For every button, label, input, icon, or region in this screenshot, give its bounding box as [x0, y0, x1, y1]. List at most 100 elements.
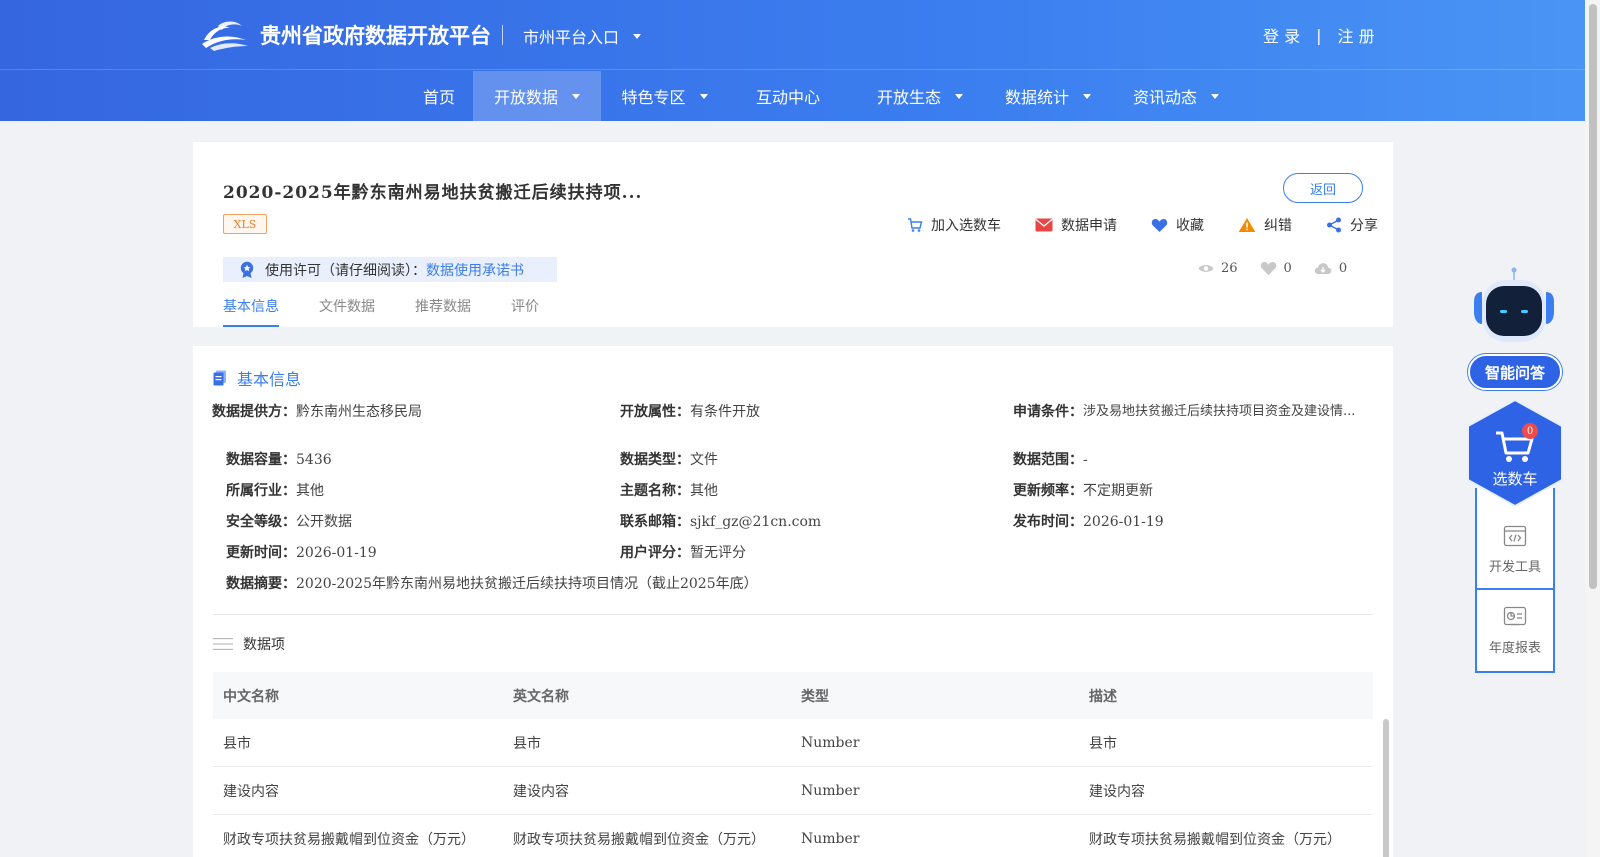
column-header-description: 描述 [1089, 688, 1117, 705]
cart-icon [908, 218, 923, 232]
nav-item-interaction[interactable]: 互动中心 [728, 71, 848, 121]
tab-recommended[interactable]: 推荐数据 [415, 296, 471, 327]
annual-report-label: 年度报表 [1488, 641, 1541, 656]
field-value: 公开数据 [296, 514, 352, 530]
cart-label[interactable]: 选数车 [1465, 468, 1565, 489]
table-cell: Number [801, 734, 860, 751]
section-divider [213, 614, 1373, 615]
page-scrollbar-thumb[interactable] [1589, 4, 1597, 589]
table-row: 建设内容 建设内容 Number 建设内容 [213, 767, 1373, 815]
column-header-cn-name: 中文名称 [223, 688, 279, 705]
side-tools-panel: 开发工具 年度报表 [1475, 488, 1555, 673]
dev-tools-label: 开发工具 [1488, 560, 1541, 575]
field-key: 主题名称： [620, 483, 690, 499]
data-items-heading-label: 数据项 [243, 637, 285, 653]
field-key: 发布时间： [1013, 514, 1083, 530]
field-key: 联系邮箱： [620, 514, 690, 530]
nav-item-open-data[interactable]: 开放数据 [473, 71, 601, 121]
basic-info-card: 基本信息 数据提供方：黔东南州生态移民局 开放属性：有条件开放 申请条件： 涉及… [193, 346, 1393, 857]
field-frequency: 更新频率：不定期更新 [1013, 480, 1153, 500]
basic-info-heading: 基本信息 [213, 366, 301, 390]
download-count-value: 0 [1338, 261, 1348, 276]
site-header: 贵州省政府数据开放平台 市州平台入口 登 录 | 注 册 首页 开放数据 特色专… [0, 0, 1600, 121]
eye-icon [1198, 265, 1214, 272]
robot-assistant-icon[interactable] [1468, 266, 1560, 346]
dataset-actions: 加入选数车 数据申请 收藏 纠错 分享 [873, 214, 1378, 236]
site-title[interactable]: 贵州省政府数据开放平台 [260, 20, 491, 50]
share-button[interactable]: 分享 [1326, 215, 1378, 235]
report-error-button[interactable]: 纠错 [1238, 215, 1292, 235]
field-key: 数据提供方： [212, 404, 296, 420]
action-label: 加入选数车 [931, 218, 1001, 234]
license-bar: 使用许可（请仔细阅读）： 数据使用承诺书 [223, 257, 557, 282]
field-value: 2026-01-19 [296, 545, 377, 561]
login-link[interactable]: 登 录 [1263, 23, 1300, 47]
field-key: 数据类型： [620, 452, 690, 468]
mail-icon [1035, 218, 1053, 232]
field-open-attr: 开放属性：有条件开放 [620, 401, 760, 421]
license-agreement-link[interactable]: 数据使用承诺书 [426, 260, 524, 280]
cart-widget-background[interactable] [1465, 398, 1565, 508]
back-button[interactable]: 返回 [1283, 173, 1363, 203]
nav-item-label: 资讯动态 [1132, 88, 1197, 107]
city-platform-dropdown[interactable]: 市州平台入口 [523, 24, 642, 48]
table-cell: 财政专项扶贫易搬戴帽到位资金（万元） [1089, 831, 1341, 848]
field-apply-cond: 申请条件： 涉及易地扶贫搬迁后续扶持项目资金及建设情... [1013, 401, 1363, 421]
format-badge: XLS [223, 214, 267, 234]
field-email: 联系邮箱：sjkf_gz@21cn.com [620, 511, 821, 531]
field-key: 申请条件： [1013, 404, 1083, 420]
register-link[interactable]: 注 册 [1337, 23, 1374, 47]
table-header: 中文名称 英文名称 类型 描述 [213, 672, 1373, 719]
field-provider: 数据提供方：黔东南州生态移民局 [212, 401, 422, 421]
chevron-down-icon [699, 93, 708, 99]
dataset-header-card: 2020-2025年黔东南州易地扶贫搬迁后续扶持项... XLS 返回 加入选数… [193, 142, 1393, 327]
add-to-cart-button[interactable]: 加入选数车 [907, 215, 1001, 235]
field-key: 数据摘要： [226, 576, 296, 592]
heart-icon [1151, 218, 1168, 232]
smart-qa-button[interactable]: 智能问答 [1468, 354, 1562, 390]
tab-basic-info[interactable]: 基本信息 [223, 296, 279, 327]
chevron-down-icon [1083, 93, 1091, 99]
platform-logo-icon[interactable] [200, 18, 250, 52]
field-value: 2026-01-19 [1083, 514, 1164, 530]
field-security: 安全等级：公开数据 [226, 511, 352, 531]
table-scrollbar[interactable] [1383, 719, 1389, 857]
data-items-table: 中文名称 英文名称 类型 描述 县市 县市 Number 县市 建设内容 建设内… [213, 672, 1389, 857]
field-key: 数据容量： [226, 452, 296, 468]
table-cell: 建设内容 [513, 783, 569, 800]
field-value[interactable]: 涉及易地扶贫搬迁后续扶持项目资金及建设情... [1083, 405, 1355, 418]
table-cell: Number [801, 782, 860, 799]
dev-tools-button[interactable]: 开发工具 [1477, 524, 1553, 575]
field-summary: 数据摘要：2020-2025年黔东南州易地扶贫搬迁后续扶持项目情况（截止2025… [226, 573, 758, 593]
field-value: - [1083, 452, 1088, 468]
like-count-value: 0 [1283, 261, 1292, 276]
action-label: 数据申请 [1061, 218, 1117, 234]
nav-item-statistics[interactable]: 数据统计 [984, 71, 1112, 121]
chevron-down-icon [633, 33, 642, 39]
nav-item-label: 开放数据 [493, 88, 558, 107]
tab-reviews[interactable]: 评价 [511, 296, 539, 327]
nav-item-news[interactable]: 资讯动态 [1112, 71, 1240, 121]
nav-item-ecosystem[interactable]: 开放生态 [856, 71, 984, 121]
nav-item-label: 互动中心 [755, 88, 820, 107]
cloud-download-icon [1314, 263, 1332, 274]
list-icon [213, 638, 233, 650]
annual-report-button[interactable]: 年度报表 [1477, 605, 1553, 656]
column-header-type: 类型 [801, 688, 829, 705]
table-cell: 县市 [1089, 735, 1117, 752]
license-label: 使用许可（请仔细阅读）： [265, 262, 426, 279]
favorite-button[interactable]: 收藏 [1151, 215, 1204, 235]
chevron-down-icon [1211, 93, 1219, 99]
field-key: 更新频率： [1013, 483, 1083, 499]
field-value: 2020-2025年黔东南州易地扶贫搬迁后续扶持项目情况（截止2025年底） [296, 576, 758, 592]
action-label: 收藏 [1176, 218, 1204, 234]
field-update-time: 更新时间：2026-01-19 [226, 542, 377, 562]
table-cell: 财政专项扶贫易搬戴帽到位资金（万元） [223, 831, 475, 848]
table-cell: 县市 [513, 735, 541, 752]
field-key: 开放属性： [620, 404, 690, 420]
data-apply-button[interactable]: 数据申请 [1035, 215, 1117, 235]
nav-item-featured[interactable]: 特色专区 [601, 71, 728, 121]
main-nav: 首页 开放数据 特色专区 互动中心 开放生态 数据统计 资讯动态 [0, 71, 1600, 121]
tab-file-data[interactable]: 文件数据 [319, 296, 375, 327]
auth-links: 登 录 | 注 册 [1263, 23, 1375, 47]
